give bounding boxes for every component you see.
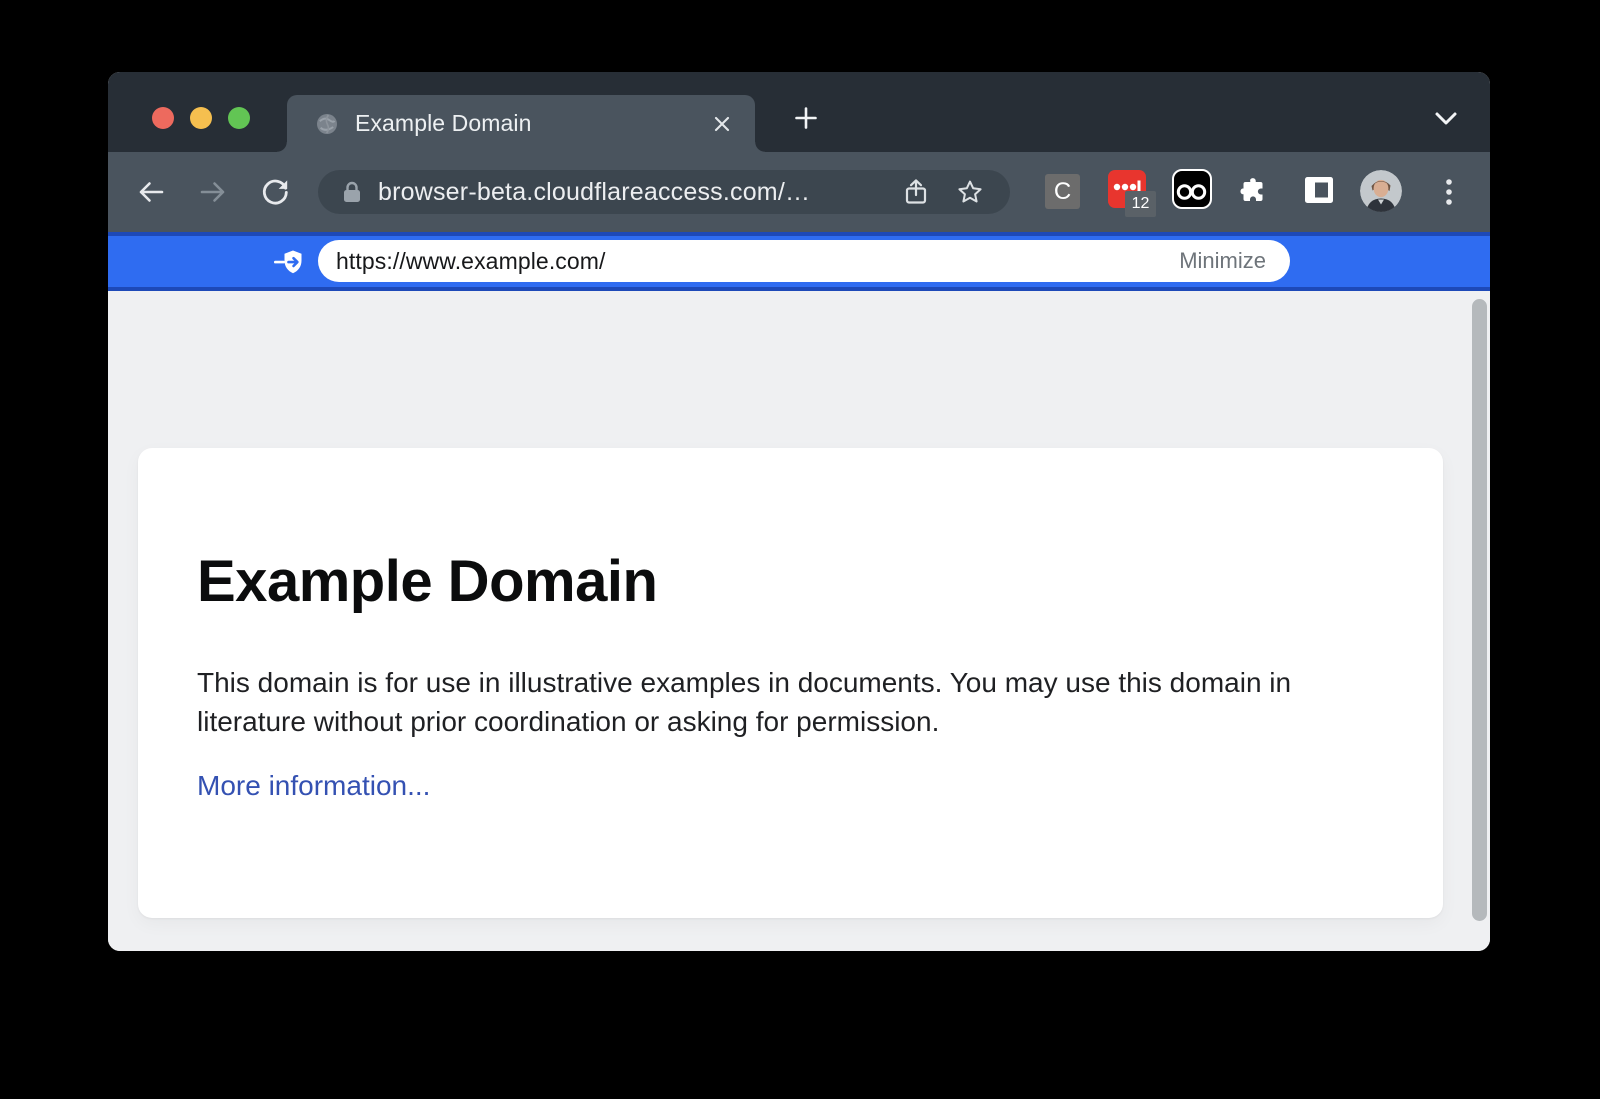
isolation-url-input[interactable]: https://www.example.com/ Minimize xyxy=(318,240,1290,282)
side-panel-icon[interactable] xyxy=(1304,176,1334,204)
close-icon[interactable] xyxy=(711,113,733,135)
lock-icon[interactable] xyxy=(341,180,363,204)
close-window-button[interactable] xyxy=(152,107,174,129)
minimize-button[interactable]: Minimize xyxy=(1179,248,1266,274)
page-body-text: This domain is for use in illustrative e… xyxy=(197,663,1357,741)
avatar[interactable] xyxy=(1360,170,1402,212)
password-dots-icon[interactable]: 12 xyxy=(1108,170,1146,208)
back-arrow-icon[interactable] xyxy=(136,177,166,207)
tab-strip: Example Domain xyxy=(108,72,1490,152)
reload-icon[interactable] xyxy=(260,177,290,207)
extension-badge: 12 xyxy=(1125,191,1156,217)
kebab-menu-icon[interactable] xyxy=(1435,177,1463,207)
toolbar: browser-beta.cloudflareaccess.com/… C 1 xyxy=(108,152,1490,232)
traffic-lights xyxy=(152,107,250,129)
browser-window: Example Domain xyxy=(108,72,1490,951)
isolation-bar: https://www.example.com/ Minimize xyxy=(108,232,1490,291)
star-icon[interactable] xyxy=(956,178,984,206)
forward-arrow-icon[interactable] xyxy=(198,177,228,207)
page-viewport: Example Domain This domain is for use in… xyxy=(108,291,1490,951)
c-extension-icon[interactable]: C xyxy=(1045,174,1080,209)
share-icon[interactable] xyxy=(902,178,930,206)
chevron-down-icon[interactable] xyxy=(1432,109,1460,129)
screenshot-stage: Example Domain xyxy=(0,0,1600,1099)
zoom-window-button[interactable] xyxy=(228,107,250,129)
omnibox[interactable]: browser-beta.cloudflareaccess.com/… xyxy=(318,170,1010,214)
double-circle-icon[interactable] xyxy=(1172,169,1212,209)
plus-icon[interactable] xyxy=(793,105,819,131)
puzzle-icon[interactable] xyxy=(1238,175,1268,205)
shield-arrow-icon xyxy=(274,249,306,275)
isolation-url-text: https://www.example.com/ xyxy=(336,248,1179,275)
minimize-window-button[interactable] xyxy=(190,107,212,129)
scrollbar-thumb[interactable] xyxy=(1472,299,1487,921)
content-card: Example Domain This domain is for use in… xyxy=(138,448,1443,918)
globe-icon xyxy=(315,112,339,136)
page-title: Example Domain xyxy=(197,548,1443,615)
more-information-link[interactable]: More information... xyxy=(197,770,430,802)
tab-example-domain[interactable]: Example Domain xyxy=(287,95,755,152)
tab-title: Example Domain xyxy=(355,110,711,137)
